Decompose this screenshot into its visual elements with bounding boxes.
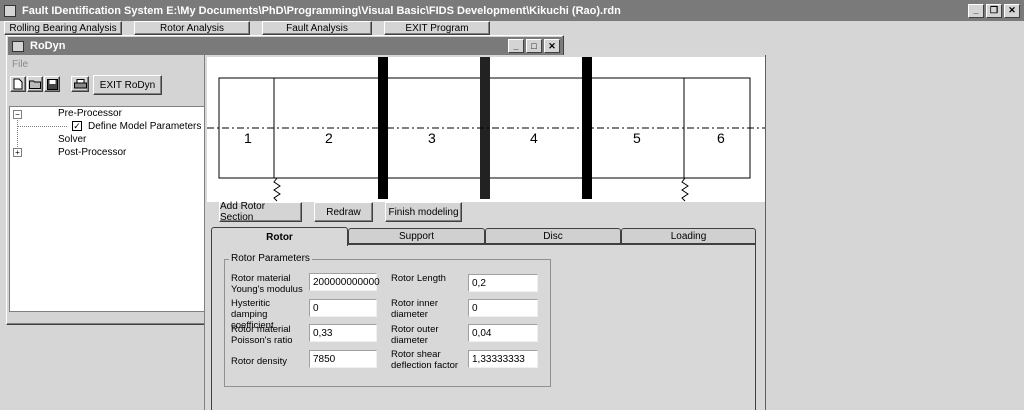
left-bearing-spring-icon (273, 177, 281, 202)
redraw-button[interactable]: Redraw (314, 202, 373, 222)
rodyn-minimize-icon[interactable]: _ (508, 39, 524, 53)
exit-rodyn-button[interactable]: EXIT RoDyn (93, 75, 162, 95)
tree-connector (17, 126, 67, 127)
main-window-title: Fault IDentification System E:\My Docume… (22, 4, 621, 17)
youngs-modulus-label: Rotor material Young's modulus (231, 273, 303, 295)
poisson-ratio-input[interactable]: 0,33 (309, 324, 377, 342)
rotor-density-label: Rotor density (231, 356, 287, 367)
rotor-analysis-button[interactable]: Rotor Analysis (134, 21, 250, 35)
print-icon[interactable] (71, 76, 89, 92)
fault-analysis-button[interactable]: Fault Analysis (262, 21, 372, 35)
rodyn-close-icon[interactable]: ✕ (544, 39, 560, 53)
inner-diameter-label: Rotor inner diameter (391, 298, 438, 320)
tree-item-solver[interactable]: Solver (58, 134, 86, 145)
rodyn-title-bar: RoDyn _ □ ✕ (8, 37, 562, 55)
main-title-bar: Fault IDentification System E:\My Docume… (0, 0, 1024, 21)
inner-diameter-input[interactable]: 0 (468, 299, 538, 317)
rotor-length-label: Rotor Length (391, 273, 446, 284)
outer-diameter-input[interactable]: 0,04 (468, 324, 538, 342)
segment-label: 6 (717, 130, 725, 146)
tree-item-define-model[interactable]: Define Model Parameters (88, 121, 201, 132)
expand-collapse-post-icon[interactable]: + (13, 148, 22, 157)
model-tree (9, 106, 205, 312)
outer-diameter-label: Rotor outer diameter (391, 324, 439, 346)
segment-label: 1 (244, 130, 252, 146)
restore-icon[interactable]: ❐ (986, 3, 1002, 18)
youngs-modulus-input[interactable]: 200000000000 (309, 273, 380, 291)
minimize-icon[interactable]: _ (968, 3, 984, 18)
rotor-parameters-title: Rotor Parameters (229, 253, 312, 264)
rodyn-maximize-icon[interactable]: □ (526, 39, 542, 53)
rodyn-menu-file[interactable]: File (12, 59, 28, 70)
expand-collapse-pre-icon[interactable]: − (13, 110, 22, 119)
app-icon (4, 4, 16, 17)
rotor-density-input[interactable]: 7850 (309, 350, 377, 368)
segment-label: 4 (530, 130, 538, 146)
close-icon[interactable]: ✕ (1004, 3, 1020, 18)
rolling-bearing-analysis-button[interactable]: Rolling Bearing Analysis (4, 21, 122, 35)
tab-support[interactable]: Support (348, 228, 485, 244)
tab-loading[interactable]: Loading (621, 228, 756, 244)
poisson-ratio-label: Rotor material Poisson's ratio (231, 324, 293, 346)
exit-program-button[interactable]: EXIT Program (384, 21, 490, 35)
rotor-canvas: 1 2 3 4 5 6 (207, 57, 765, 202)
open-folder-icon[interactable] (27, 76, 43, 92)
shear-deflection-label: Rotor shear deflection factor (391, 349, 459, 371)
damping-coefficient-input[interactable]: 0 (309, 299, 377, 317)
rotor-drawing (207, 57, 765, 202)
rodyn-window-title: RoDyn (30, 40, 66, 52)
rotor-length-input[interactable]: 0,2 (468, 274, 538, 292)
tree-item-pre-processor[interactable]: Pre-Processor (58, 108, 122, 119)
shear-deflection-input[interactable]: 1,33333333 (468, 350, 538, 368)
define-model-checkbox[interactable]: ✓ (72, 121, 82, 131)
new-file-icon[interactable] (10, 76, 26, 92)
tree-item-post-processor[interactable]: Post-Processor (58, 147, 126, 158)
tab-disc[interactable]: Disc (485, 228, 621, 244)
tab-rotor[interactable]: Rotor (211, 227, 348, 246)
right-bearing-spring-icon (681, 177, 689, 202)
finish-modeling-button[interactable]: Finish modeling (385, 202, 462, 222)
rodyn-icon (12, 40, 24, 52)
segment-label: 2 (325, 130, 333, 146)
add-rotor-section-button[interactable]: Add Rotor Section (219, 201, 302, 223)
segment-label: 5 (633, 130, 641, 146)
segment-label: 3 (428, 130, 436, 146)
save-icon[interactable] (44, 76, 60, 92)
